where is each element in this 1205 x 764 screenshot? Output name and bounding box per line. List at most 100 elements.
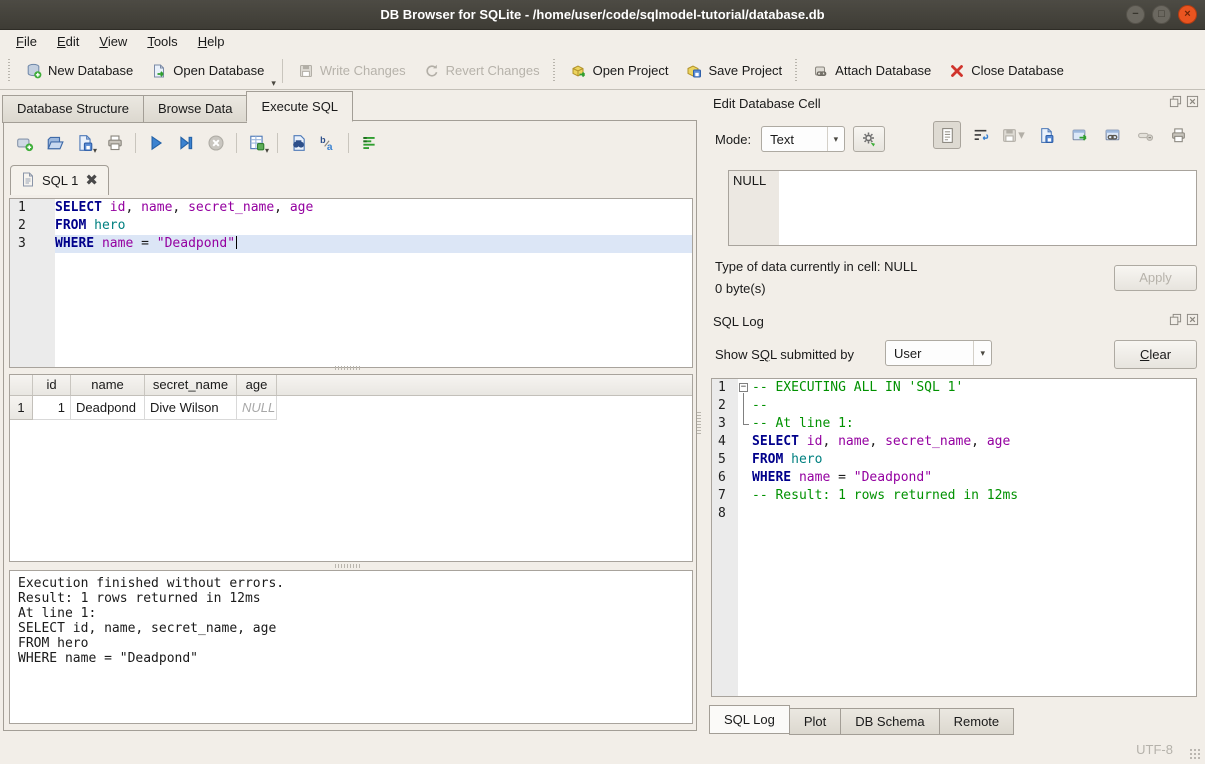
close-sql-tab-icon[interactable]: ✖	[85, 173, 98, 188]
code-line: 3-- At line 1:	[712, 415, 1196, 433]
editor-results-splitter[interactable]	[335, 366, 361, 370]
cell-secret-name[interactable]: Dive Wilson	[145, 396, 237, 420]
cell-size-info: 0 byte(s)	[715, 281, 766, 296]
column-header-secret-name[interactable]: secret_name	[145, 375, 237, 395]
dock-tab-plot[interactable]: Plot	[789, 708, 841, 735]
find-replace-button[interactable]	[285, 130, 311, 156]
save-cell-as-button[interactable]	[1032, 121, 1060, 149]
results-message-splitter[interactable]	[335, 564, 361, 568]
open-project-label: Open Project	[593, 63, 669, 78]
word-wrap-cell-button[interactable]	[966, 121, 994, 149]
menu-help[interactable]: Help	[188, 32, 235, 51]
maximize-button[interactable]: □	[1152, 5, 1171, 24]
open-database-dropdown[interactable]: ▾	[271, 78, 276, 89]
open-sql-file-button[interactable]	[42, 130, 68, 156]
code-line: 1−-- EXECUTING ALL IN 'SQL 1'	[712, 379, 1196, 397]
column-header-age[interactable]: age	[237, 375, 277, 395]
toolbar-handle[interactable]	[795, 59, 800, 83]
revert-changes-button[interactable]: Revert Changes	[415, 59, 549, 83]
stop-execution-button[interactable]	[203, 130, 229, 156]
cell-age[interactable]: NULL	[237, 396, 277, 420]
toolbar-separator	[135, 133, 136, 153]
float-dock-icon[interactable]	[1169, 313, 1182, 329]
menu-edit[interactable]: Edit	[47, 32, 89, 51]
close-dock-icon[interactable]	[1186, 313, 1199, 329]
menu-view[interactable]: View	[89, 32, 137, 51]
save-sql-file-button[interactable]: ▾	[72, 130, 98, 156]
write-changes-button[interactable]: Write Changes	[289, 59, 415, 83]
fold-collapse-icon[interactable]: −	[739, 383, 748, 392]
edit-cell-dock-title: Edit Database Cell	[713, 94, 1199, 112]
row-header[interactable]: 1	[10, 396, 33, 420]
tab-database-structure[interactable]: Database Structure	[2, 95, 144, 123]
float-dock-icon[interactable]	[1169, 95, 1182, 111]
dock-tab-db-schema[interactable]: DB Schema	[840, 708, 939, 735]
menu-file[interactable]: File	[6, 32, 47, 51]
save-results-button[interactable]: ▾	[244, 130, 270, 156]
panel-splitter[interactable]	[697, 412, 701, 436]
attach-database-icon	[813, 63, 829, 79]
results-grid[interactable]: idnamesecret_nameage11DeadpondDive Wilso…	[9, 374, 693, 562]
window-title: DB Browser for SQLite - /home/user/code/…	[0, 0, 1205, 30]
text-mode-button[interactable]	[933, 121, 961, 149]
cell-value-editor[interactable]: NULL	[728, 170, 1197, 246]
open-database-icon	[151, 63, 167, 79]
tab-browse-data[interactable]: Browse Data	[143, 95, 247, 123]
open-database-button[interactable]: Open Database	[142, 59, 273, 83]
apply-button[interactable]: Apply	[1114, 265, 1197, 291]
cell-id[interactable]: 1	[33, 396, 71, 420]
code-text: -- At line 1:	[752, 415, 1196, 433]
open-in-cell-button[interactable]: ▾	[999, 121, 1027, 149]
dock-tab-remote[interactable]: Remote	[939, 708, 1015, 735]
export-cell-button[interactable]	[1065, 121, 1093, 149]
sql-editor[interactable]: 1SELECT id, name, secret_name, age2FROM …	[9, 198, 693, 368]
submitted-by-select[interactable]: User ▾	[885, 340, 992, 366]
line-number: 6	[712, 469, 738, 487]
sql-tab-label: SQL 1	[42, 173, 78, 188]
close-database-button[interactable]: Close Database	[940, 59, 1073, 83]
code-text: WHERE name = "Deadpond"	[55, 235, 692, 253]
word-wrap-button[interactable]	[356, 130, 382, 156]
auto-format-button[interactable]: ba	[315, 130, 341, 156]
minimize-button[interactable]: −	[1126, 5, 1145, 24]
status-bar: UTF-8	[0, 736, 1205, 764]
submitted-by-value: User	[894, 346, 921, 361]
line-number: 1	[712, 379, 738, 397]
results-header-row: idnamesecret_nameage	[10, 375, 692, 396]
mode-value: Text	[770, 132, 794, 147]
new-sql-tab-button[interactable]	[12, 130, 38, 156]
execute-current-line-button[interactable]	[173, 130, 199, 156]
attach-database-button[interactable]: Attach Database	[804, 59, 940, 83]
fold-margin	[738, 505, 752, 523]
column-header-id[interactable]: id	[33, 375, 71, 395]
sql-file-tab[interactable]: SQL 1 ✖	[10, 165, 109, 195]
clear-button[interactable]: Clear	[1114, 340, 1197, 369]
column-header-name[interactable]: name	[71, 375, 145, 395]
chevron-down-icon: ▾	[973, 341, 991, 365]
sql-file-icon	[21, 172, 35, 190]
toolbar-handle[interactable]	[553, 59, 558, 83]
main-toolbar: New Database Open Database ▾ Write Chang…	[0, 52, 1205, 90]
new-database-icon	[26, 63, 42, 79]
execute-all-button[interactable]	[143, 130, 169, 156]
close-button[interactable]: ×	[1178, 5, 1197, 24]
print-button[interactable]	[102, 130, 128, 156]
mode-select[interactable]: Text ▾	[761, 126, 845, 152]
tab-execute-sql[interactable]: Execute SQL	[246, 91, 353, 122]
toolbar-handle[interactable]	[8, 59, 13, 83]
save-project-button[interactable]: Save Project	[677, 59, 791, 83]
set-null-button[interactable]	[1131, 121, 1159, 149]
results-corner-cell	[10, 375, 33, 395]
resize-grip[interactable]	[1189, 748, 1201, 760]
cell-name[interactable]: Deadpond	[71, 396, 145, 420]
copy-link-button[interactable]	[1098, 121, 1126, 149]
import-export-settings-button[interactable]	[853, 126, 885, 152]
dock-tab-sql-log[interactable]: SQL Log	[709, 705, 790, 734]
menu-tools[interactable]: Tools	[137, 32, 187, 51]
sql-log-view[interactable]: 1−-- EXECUTING ALL IN 'SQL 1'2--3-- At l…	[711, 378, 1197, 697]
encoding-indicator[interactable]: UTF-8	[1136, 742, 1173, 757]
new-database-button[interactable]: New Database	[17, 59, 142, 83]
close-dock-icon[interactable]	[1186, 95, 1199, 111]
print-cell-button[interactable]	[1164, 121, 1192, 149]
open-project-button[interactable]: Open Project	[562, 59, 678, 83]
